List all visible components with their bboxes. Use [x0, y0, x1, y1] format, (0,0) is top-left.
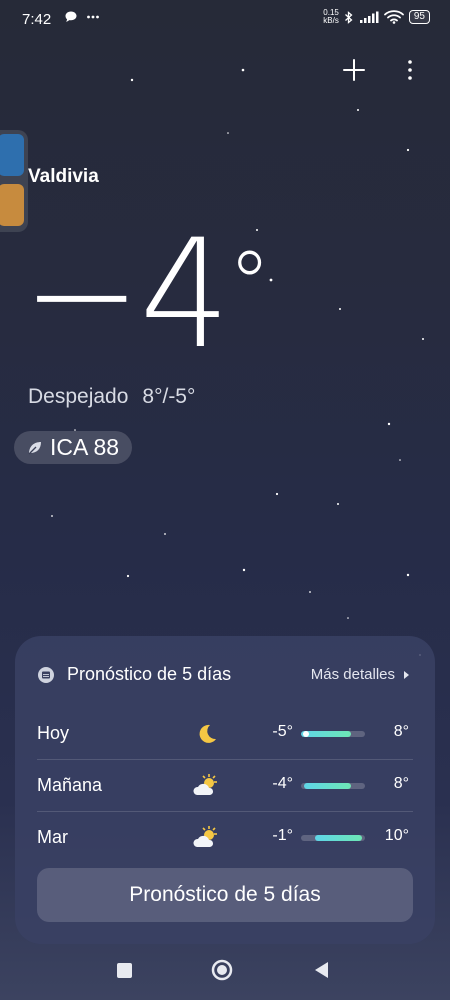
forecast-card: Pronóstico de 5 días Más detalles Hoy -5°…: [15, 636, 435, 944]
floating-app-icon: [0, 184, 24, 226]
partly-cloudy-icon: [191, 823, 221, 853]
forecast-low: -5°: [272, 723, 293, 740]
forecast-low: -1°: [272, 827, 293, 844]
temperature-value: −4: [22, 208, 230, 382]
forecast-title: Pronóstico de 5 días: [67, 664, 232, 684]
forecast-low: -4°: [272, 775, 293, 792]
city-name: Valdivia: [28, 166, 99, 187]
more-details-label: Más detalles: [310, 666, 395, 683]
partly-cloudy-icon: [191, 771, 221, 801]
chevron-right-icon: [404, 670, 409, 679]
temperature-unit: °: [228, 232, 271, 337]
forecast-high: 10°: [384, 827, 409, 844]
five-day-forecast-button[interactable]: Pronóstico de 5 días: [37, 868, 413, 922]
status-bar: 7:42 0.15 kB/s 95: [0, 0, 450, 40]
more-details-link[interactable]: Más detalles: [311, 666, 410, 683]
temperature-range-bar: [301, 835, 365, 841]
aqi-label: ICA 88: [50, 434, 120, 460]
forecast-row[interactable]: Hoy -5° 8°: [37, 708, 413, 760]
more-dots-icon: [86, 15, 99, 19]
forecast-day: Mañana: [37, 775, 103, 795]
battery-icon: 95: [408, 10, 430, 24]
weather-condition: Despejado 8°/-5°: [28, 385, 195, 409]
temperature-range-bar: [301, 783, 365, 789]
calendar-icon: [38, 666, 54, 683]
status-time: 7:42: [22, 11, 52, 28]
add-city-icon[interactable]: [340, 56, 368, 84]
home-button[interactable]: [211, 959, 233, 981]
system-status: 0.15 kB/s 95: [323, 9, 430, 25]
forecast-high: 8°: [393, 775, 409, 792]
back-button[interactable]: [312, 960, 330, 980]
forecast-header: Pronóstico de 5 días: [37, 664, 231, 685]
range-fill: [304, 783, 351, 789]
network-speed: 0.15 kB/s: [323, 9, 339, 25]
signal-icon: [359, 11, 379, 23]
aqi-badge[interactable]: ICA 88: [14, 431, 133, 464]
leaf-icon: [28, 441, 41, 454]
chat-icon: [65, 11, 77, 22]
recent-apps-button[interactable]: [117, 963, 132, 978]
notification-icons: [64, 10, 100, 26]
range-fill: [315, 835, 362, 841]
forecast-day: Mar: [37, 827, 68, 847]
current-temp-dot: [303, 731, 309, 737]
forecast-high: 8°: [393, 723, 409, 740]
temperature-range-bar: [301, 731, 365, 737]
forecast-row[interactable]: Mañana -4° 8°: [37, 760, 413, 812]
bluetooth-icon: [344, 10, 353, 24]
more-options-icon[interactable]: [398, 56, 422, 84]
temp-range: 8°/-5°: [142, 385, 196, 408]
speed-unit: kB/s: [323, 16, 339, 25]
moon-icon: [191, 719, 221, 749]
current-temperature: −4°: [22, 215, 271, 375]
condition-text: Despejado: [28, 385, 129, 408]
forecast-day: Hoy: [37, 723, 70, 743]
forecast-row[interactable]: Mar -1° 10°: [37, 812, 413, 864]
shield-icon: [0, 134, 24, 176]
navigation-bar: [0, 950, 450, 1000]
wifi-icon: [383, 10, 404, 24]
